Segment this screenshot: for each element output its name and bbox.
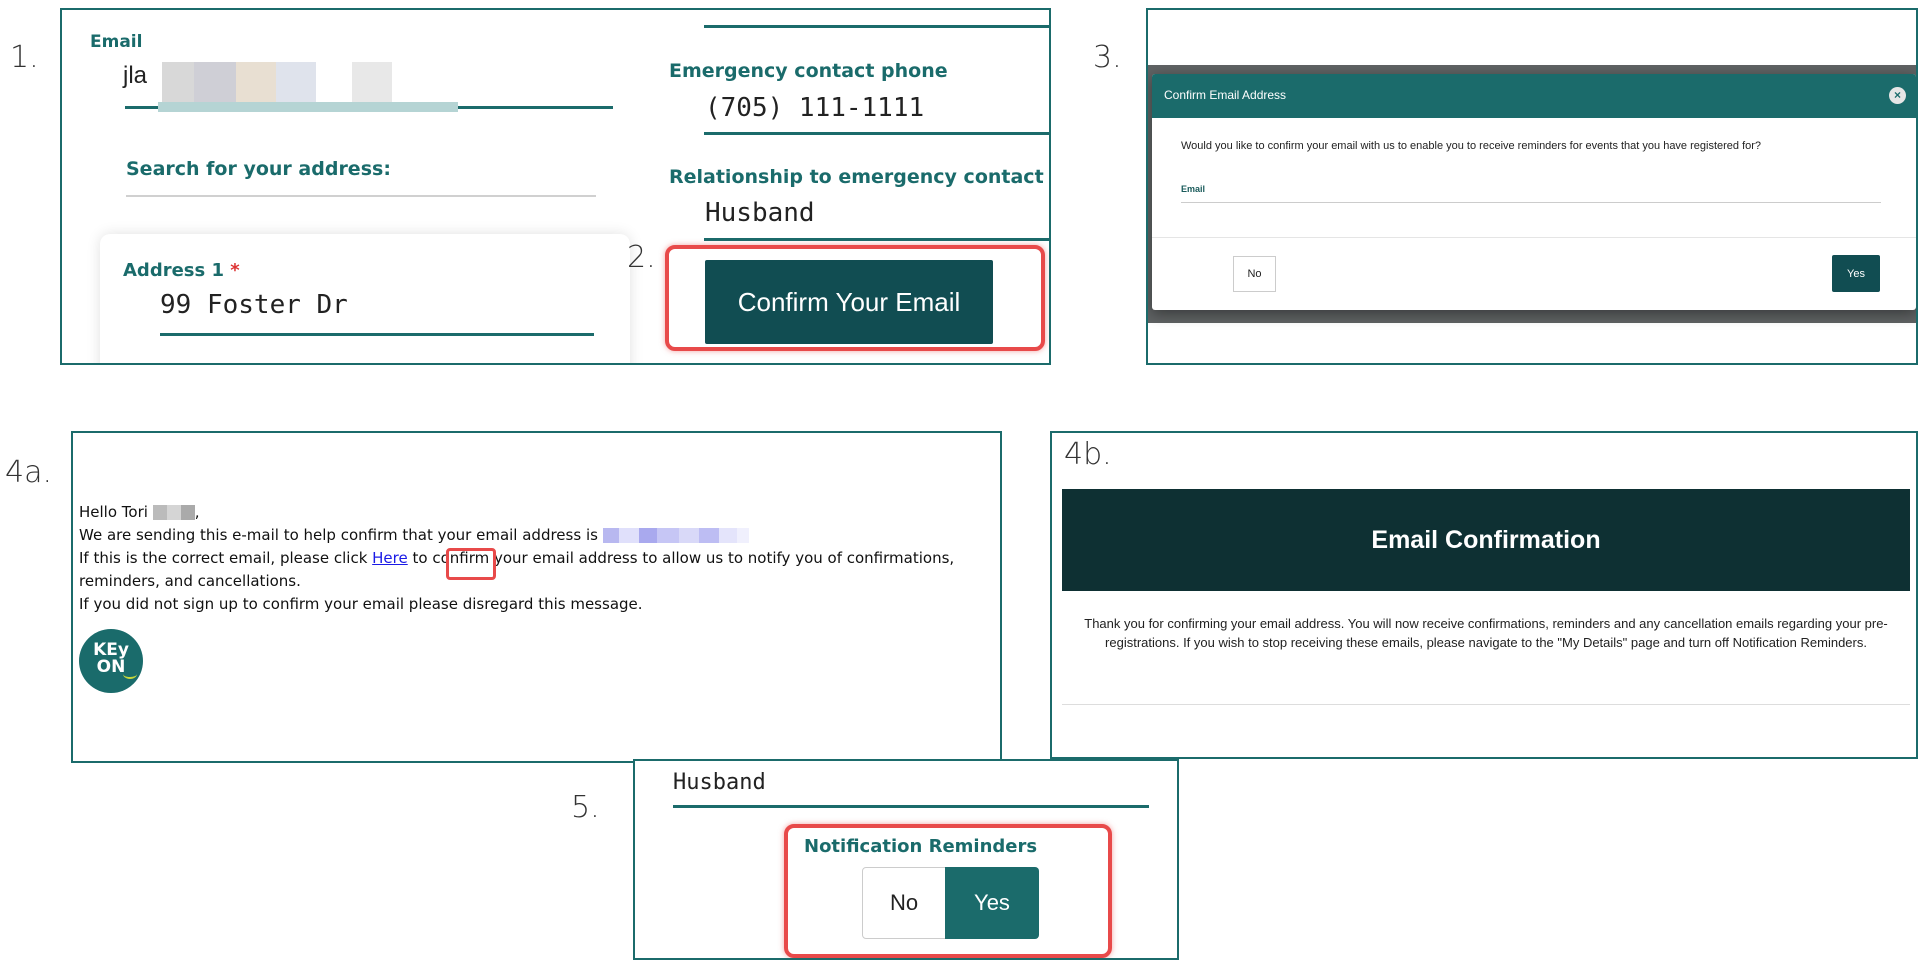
redacted-email-block <box>656 528 679 543</box>
emergency-phone-label: Emergency contact phone <box>669 60 948 82</box>
relationship-underline <box>704 238 1049 241</box>
modal-footer-divider <box>1152 237 1916 238</box>
email-label: Email <box>90 32 143 52</box>
email-value[interactable]: jla <box>123 62 147 90</box>
redacted-email-block <box>162 62 194 102</box>
address-card: Address 1 * 99 Foster Dr <box>100 234 630 363</box>
redacted-email-block <box>276 62 316 102</box>
relationship-value: Husband <box>673 770 766 795</box>
modal-title: Confirm Email Address <box>1164 88 1287 102</box>
email-body: Hello Tori , We are sending this e-mail … <box>79 501 954 616</box>
confirmation-divider <box>1062 704 1910 705</box>
panel-email-confirmation-page: 4b. Email Confirmation Thank you for con… <box>1050 431 1918 759</box>
modal-question: Would you like to confirm your email wit… <box>1181 140 1762 152</box>
modal-yes-button[interactable]: Yes <box>1832 255 1880 292</box>
modal-header: Confirm Email Address × <box>1152 74 1916 118</box>
panel-confirmation-email: Hello Tori , We are sending this e-mail … <box>71 431 1002 763</box>
search-address-input[interactable] <box>126 195 596 197</box>
redacted-email-block <box>638 528 657 543</box>
redacted-email-block <box>698 528 719 543</box>
highlight-here-link <box>446 548 496 580</box>
top-divider <box>704 25 1049 28</box>
email-line-4: If you did not sign up to confirm your e… <box>79 595 643 613</box>
redacted-email-block <box>718 528 737 543</box>
panel-confirm-modal: Confirm Email Address × Would you like t… <box>1146 8 1918 365</box>
greeting-comma: , <box>194 503 200 521</box>
email-line-2: If this is the correct email, please cli… <box>79 547 954 570</box>
emergency-phone-input[interactable]: (705) 111-1111 <box>705 93 924 123</box>
confirm-email-modal: Confirm Email Address × Would you like t… <box>1152 74 1916 310</box>
step-label-2: 2. <box>627 240 656 275</box>
panel-notification-reminders: Husband Notification Reminders No Yes <box>633 759 1179 960</box>
required-asterisk: * <box>230 260 240 281</box>
redacted-name-block <box>180 505 195 520</box>
redacted-email-block <box>736 528 749 543</box>
email-line-2-before: If this is the correct email, please cli… <box>79 549 373 567</box>
step-label-4a: 4a. <box>5 455 53 490</box>
modal-email-label: Email <box>1181 184 1206 194</box>
redacted-email-block <box>618 528 639 543</box>
email-line-1-text: We are sending this e-mail to help confi… <box>79 526 598 544</box>
relationship-label: Relationship to emergency contact p <box>669 166 1051 188</box>
relationship-underline <box>673 805 1149 808</box>
email-line-1: We are sending this e-mail to help confi… <box>79 524 954 547</box>
step-label-4b: 4b. <box>1064 437 1112 472</box>
confirmation-message: Thank you for confirming your email addr… <box>1084 616 1888 650</box>
search-address-label: Search for your address: <box>126 158 391 180</box>
keyon-logo: KEy ON <box>79 629 143 693</box>
step-label-1: 1. <box>10 40 39 75</box>
emergency-phone-underline <box>704 132 1049 135</box>
address1-input[interactable]: 99 Foster Dr <box>160 290 348 320</box>
email-greeting: Hello Tori , <box>79 501 954 524</box>
panel-registration-form: Email jla Search for your address: Addre… <box>60 8 1051 365</box>
redacted-email-block <box>236 62 276 102</box>
redacted-email-block <box>678 528 699 543</box>
redacted-email-block <box>602 528 619 543</box>
confirmation-title: Email Confirmation <box>1062 489 1910 591</box>
logo-swoosh <box>123 669 137 679</box>
step-label-3: 3. <box>1093 40 1122 75</box>
here-link[interactable]: Here <box>372 549 408 567</box>
greeting-text: Hello Tori <box>79 503 148 521</box>
address1-label: Address 1 * <box>123 260 240 281</box>
modal-no-button[interactable]: No <box>1233 256 1276 292</box>
address1-underline <box>160 333 594 336</box>
highlight-notification-toggle <box>784 824 1112 958</box>
modal-email-input[interactable] <box>1181 202 1881 203</box>
email-line-3: reminders, and cancellations. <box>79 572 301 590</box>
relationship-input[interactable]: Husband <box>705 198 815 228</box>
redacted-name-block <box>166 505 181 520</box>
step-label-5: 5. <box>571 790 600 825</box>
close-icon[interactable]: × <box>1889 87 1906 104</box>
redacted-name-block <box>152 505 167 520</box>
highlight-confirm-button <box>665 245 1045 351</box>
redacted-email-block <box>158 102 458 112</box>
redacted-email-block <box>194 62 236 102</box>
redacted-email-block <box>352 62 392 102</box>
